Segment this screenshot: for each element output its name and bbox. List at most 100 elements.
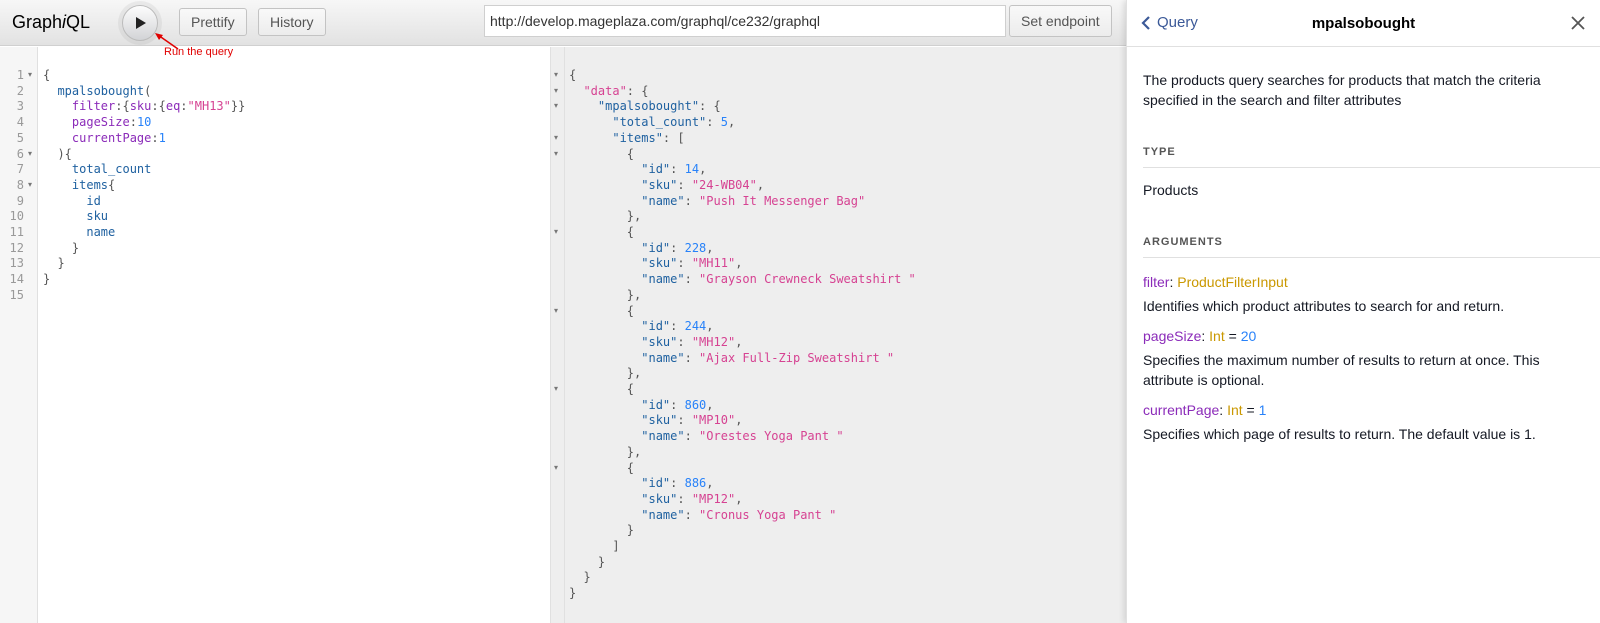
fold-marker-icon[interactable]: ▾ bbox=[554, 67, 558, 83]
result-token: "items" bbox=[569, 130, 663, 145]
endpoint-input[interactable] bbox=[484, 5, 1006, 37]
result-token: , bbox=[699, 162, 707, 177]
result-token: } bbox=[569, 554, 606, 569]
result-token: , bbox=[706, 397, 714, 412]
result-token: : bbox=[670, 397, 685, 412]
line-number: 13 bbox=[9, 256, 24, 271]
argument-type-link[interactable]: Int bbox=[1227, 402, 1243, 418]
line-number: 14 bbox=[9, 272, 24, 287]
close-icon[interactable] bbox=[1570, 15, 1586, 36]
result-line: "name": "Ajax Full-Zip Sweatshirt " bbox=[569, 350, 894, 366]
arguments-divider bbox=[1143, 257, 1600, 258]
query-line: } bbox=[43, 240, 79, 256]
argument-equals: = bbox=[1242, 402, 1259, 418]
query-token: ){ bbox=[43, 146, 72, 161]
result-token: 860 bbox=[684, 397, 707, 412]
query-token: 1 bbox=[158, 130, 166, 145]
result-line: { bbox=[569, 381, 634, 397]
result-token: }, bbox=[569, 209, 642, 224]
result-line: } bbox=[569, 522, 634, 538]
result-token: } bbox=[569, 523, 635, 538]
result-line: { bbox=[569, 224, 634, 240]
line-number: 10 bbox=[9, 209, 24, 224]
argument-signature: currentPage: Int = 1 bbox=[1143, 400, 1563, 420]
result-token: 14 bbox=[684, 162, 700, 177]
argument-type-link[interactable]: Int bbox=[1209, 328, 1225, 344]
result-token: , bbox=[735, 334, 743, 349]
query-token: id bbox=[43, 193, 101, 208]
result-line: { bbox=[569, 460, 634, 476]
result-line: "name": "Push It Messenger Bag" bbox=[569, 193, 865, 209]
line-number: 5 bbox=[16, 130, 24, 145]
fold-marker-icon[interactable]: ▾ bbox=[554, 98, 558, 114]
fold-marker-icon[interactable]: ▾ bbox=[554, 381, 558, 397]
result-token: , bbox=[706, 319, 714, 334]
result-pane: ▾ ▾ ▾ ▾ ▾ ▾ ▾ ▾ ▾{ "data": { "mpalsobought": { "… bbox=[550, 47, 1126, 623]
argument-description: Specifies the maximum number of results … bbox=[1143, 352, 1540, 388]
result-line: { bbox=[569, 146, 634, 162]
fold-marker-icon[interactable]: ▾ bbox=[28, 67, 32, 83]
argument-name[interactable]: currentPage bbox=[1143, 402, 1219, 418]
query-token: :{ bbox=[151, 99, 166, 114]
result-token: : bbox=[684, 350, 700, 365]
fold-marker-icon[interactable]: ▾ bbox=[554, 130, 558, 146]
result-token: 886 bbox=[684, 476, 707, 491]
prettify-button[interactable]: Prettify bbox=[179, 8, 247, 36]
result-line: "name": "Grayson Crewneck Sweatshirt " bbox=[569, 271, 916, 287]
result-token: 228 bbox=[684, 240, 707, 255]
arguments-heading: ARGUMENTS bbox=[1143, 236, 1223, 248]
argument-type-link[interactable]: ProductFilterInput bbox=[1177, 274, 1288, 290]
line-number: 6 bbox=[16, 146, 24, 161]
result-token: { bbox=[569, 225, 635, 239]
result-line: }, bbox=[569, 444, 641, 460]
fold-marker-icon[interactable]: ▾ bbox=[554, 146, 558, 162]
result-token: "MH12" bbox=[691, 334, 736, 349]
line-number: 11 bbox=[9, 225, 24, 239]
result-token: }, bbox=[569, 366, 642, 381]
argument-name[interactable]: pageSize bbox=[1143, 328, 1201, 344]
history-button[interactable]: History bbox=[258, 8, 326, 36]
result-token: "sku" bbox=[569, 177, 678, 192]
fold-marker-icon[interactable]: ▾ bbox=[554, 224, 558, 240]
query-line: ){ bbox=[43, 146, 72, 162]
line-number: 8 bbox=[16, 177, 24, 192]
argument-separator: : bbox=[1201, 328, 1210, 344]
result-token: "id" bbox=[569, 162, 671, 177]
fold-marker-icon[interactable]: ▾ bbox=[28, 177, 32, 193]
query-token: } bbox=[43, 256, 65, 271]
result-token: : bbox=[684, 429, 700, 444]
play-icon bbox=[136, 17, 146, 29]
result-token: "sku" bbox=[569, 413, 678, 428]
result-token: "MP12" bbox=[691, 491, 736, 506]
line-number: 7 bbox=[16, 162, 24, 177]
result-line: "id": 14, bbox=[569, 161, 706, 177]
result-token: : bbox=[677, 334, 692, 349]
fold-marker-icon[interactable]: ▾ bbox=[554, 303, 558, 319]
query-line: mpalsobought( bbox=[43, 83, 151, 99]
result-line: "id": 886, bbox=[569, 475, 713, 491]
fold-marker-icon[interactable]: ▾ bbox=[554, 460, 558, 476]
argument-name[interactable]: filter bbox=[1143, 274, 1169, 290]
query-token: } bbox=[43, 240, 80, 255]
type-link[interactable]: Products bbox=[1143, 180, 1563, 200]
query-token: currentPage bbox=[43, 130, 152, 145]
result-token: { bbox=[569, 146, 635, 161]
result-line: { bbox=[569, 303, 634, 319]
set-endpoint-button[interactable]: Set endpoint bbox=[1009, 5, 1112, 37]
result-token: : bbox=[670, 162, 685, 177]
fold-marker-icon[interactable]: ▾ bbox=[554, 83, 558, 99]
result-token: , bbox=[735, 413, 743, 428]
fold-marker-icon[interactable]: ▾ bbox=[28, 146, 32, 162]
query-token: :{ bbox=[115, 99, 130, 114]
result-token: "name" bbox=[569, 429, 685, 444]
result-token: : bbox=[684, 507, 700, 522]
result-token: , bbox=[756, 177, 765, 192]
query-line: { bbox=[43, 67, 50, 83]
result-token: { bbox=[569, 460, 635, 475]
argument-description: Identifies which product attributes to s… bbox=[1143, 298, 1505, 314]
result-line: } bbox=[569, 585, 576, 601]
result-token: , bbox=[706, 240, 714, 255]
result-token: : bbox=[670, 319, 685, 334]
result-token: 244 bbox=[684, 319, 707, 334]
query-token: } bbox=[43, 272, 51, 287]
